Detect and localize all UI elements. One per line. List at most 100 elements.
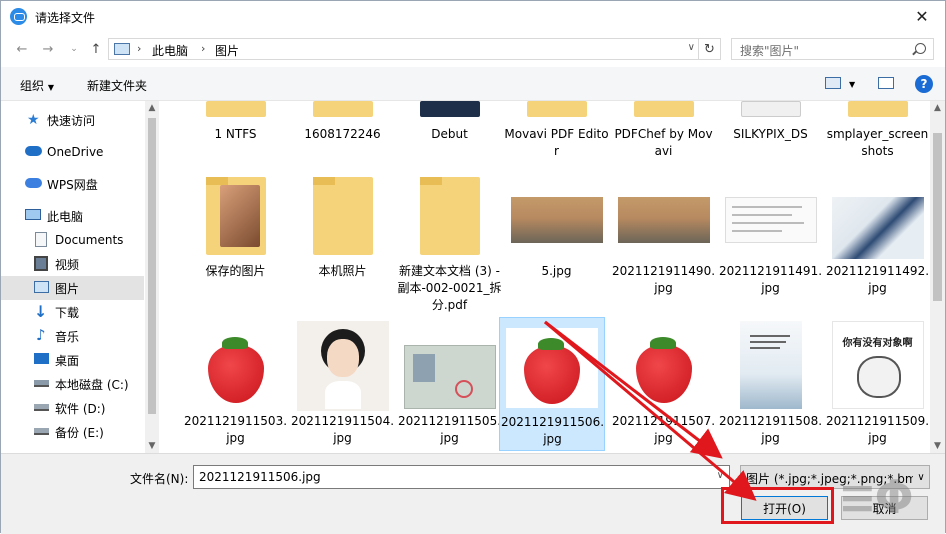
scroll-down-icon[interactable]: ▼ — [145, 439, 159, 453]
breadcrumb-pictures[interactable]: 图片 — [215, 42, 239, 59]
sidebar-item-label: Documents — [55, 233, 124, 247]
folder-item[interactable]: Movavi PDF Editor — [504, 101, 609, 161]
filename-input[interactable]: 2021121911506.jpg ∨ — [193, 465, 730, 489]
forward-arrow-icon[interactable]: → — [39, 40, 57, 58]
sidebar-item-pictures[interactable]: 图片 — [1, 276, 144, 300]
view-options-icon[interactable] — [825, 77, 841, 89]
folder-icon — [419, 177, 480, 255]
image-item[interactable]: 2021121911503.jpg — [183, 319, 288, 451]
file-label: PDFChef by Movavi — [614, 127, 713, 158]
folder-item[interactable]: Debut — [397, 101, 502, 161]
image-item[interactable]: 5.jpg — [504, 171, 609, 301]
watermark-logo: ≡Φ — [838, 470, 914, 524]
image-thumbnail — [510, 197, 603, 243]
picture-icon — [34, 281, 49, 293]
sidebar-item-label: 下载 — [55, 305, 80, 320]
organize-button[interactable]: 组织 ▼ — [20, 77, 54, 94]
image-item[interactable]: 2021121911491.jpg — [718, 171, 823, 301]
file-label: Debut — [431, 127, 468, 141]
folder-item[interactable]: PDFChef by Movavi — [611, 101, 716, 161]
image-item[interactable]: 2021121911508.jpg — [718, 319, 823, 451]
recent-dropdown-icon[interactable]: ⌄ — [65, 40, 83, 58]
file-label: 1 NTFS — [214, 127, 257, 141]
close-button[interactable]: ✕ — [899, 1, 945, 32]
sidebar-item-this-pc[interactable]: 此电脑 — [1, 204, 144, 228]
sidebar-item-onedrive[interactable]: OneDrive — [1, 140, 144, 164]
meme-caption: 你有没有对象啊 — [842, 338, 913, 349]
breadcrumb-this-pc[interactable]: 此电脑 — [152, 42, 188, 59]
sidebar-item-documents[interactable]: Documents — [1, 228, 144, 252]
scroll-up-icon[interactable]: ▲ — [145, 101, 159, 115]
sidebar-item-quick-access[interactable]: ★ 快速访问 — [1, 108, 144, 132]
sidebar-item-desktop[interactable]: 桌面 — [1, 348, 144, 372]
address-bar[interactable]: › 此电脑 › 图片 ∨ ↻ — [108, 38, 721, 60]
chevron-right-icon[interactable]: › — [201, 42, 205, 55]
chevron-down-icon[interactable]: ∨ — [688, 42, 695, 53]
sidebar-item-label: WPS网盘 — [47, 177, 98, 192]
file-label: 本机照片 — [318, 264, 367, 278]
back-arrow-icon[interactable]: ← — [13, 40, 31, 58]
preview-pane-icon[interactable] — [878, 77, 894, 89]
file-label: 2021121911507.jpg — [611, 414, 716, 445]
sidebar-item-drive-c[interactable]: 本地磁盘 (C:) — [1, 372, 144, 396]
image-thumbnail — [831, 197, 924, 259]
help-icon[interactable]: ? — [915, 75, 933, 93]
image-item[interactable]: 2021121911505.jpg — [397, 319, 502, 451]
sidebar-item-label: 本地磁盘 (C:) — [55, 377, 129, 392]
file-label: 2021121911508.jpg — [718, 414, 823, 445]
scroll-down-icon[interactable]: ▼ — [930, 439, 945, 453]
image-item[interactable]: 2021121911490.jpg — [611, 171, 716, 301]
folder-item[interactable]: smplayer_screenshots — [825, 101, 930, 161]
search-placeholder: 搜索"图片" — [740, 44, 800, 58]
file-label: 2021121911491.jpg — [718, 264, 823, 295]
file-label: 2021121911509.jpg — [825, 414, 930, 445]
sidebar-item-drive-e[interactable]: 备份 (E:) — [1, 420, 144, 444]
portrait-thumbnail — [296, 321, 389, 411]
sidebar-item-music[interactable]: ♪ 音乐 — [1, 324, 144, 348]
meme-thumbnail: 你有没有对象啊 — [831, 321, 924, 409]
video-icon — [34, 256, 48, 271]
search-icon[interactable] — [915, 43, 926, 54]
scroll-up-icon[interactable]: ▲ — [930, 101, 945, 115]
folder-item[interactable]: 本机照片 — [290, 171, 395, 301]
image-item-selected[interactable]: 2021121911506.jpg — [499, 317, 605, 451]
sidebar-item-videos[interactable]: 视频 — [1, 252, 144, 276]
scrollbar-thumb[interactable] — [148, 118, 156, 414]
scrollbar-thumb[interactable] — [933, 133, 942, 301]
sidebar-item-label: 音乐 — [55, 329, 80, 344]
desktop-icon — [34, 353, 49, 364]
organize-label: 组织 — [20, 79, 45, 93]
sidebar-item-wps-drive[interactable]: WPS网盘 — [1, 172, 144, 196]
image-item[interactable]: 2021121911504.jpg — [290, 319, 395, 451]
refresh-icon[interactable]: ↻ — [698, 39, 720, 59]
folder-icon — [205, 177, 266, 255]
new-folder-button[interactable]: 新建文件夹 — [87, 77, 147, 94]
drive-icon — [34, 428, 49, 435]
file-item[interactable]: 新建文本文档 (3) - 副本-002-0021_拆分.pdf — [397, 171, 502, 321]
sidebar-item-drive-d[interactable]: 软件 (D:) — [1, 396, 144, 420]
folder-item[interactable]: 1608172246 — [290, 101, 395, 161]
sidebar-item-downloads[interactable]: ↓ 下载 — [1, 300, 144, 324]
computer-icon — [25, 209, 41, 220]
folder-item[interactable]: SILKYPIX_DS — [718, 101, 823, 161]
folder-item[interactable]: 1 NTFS — [183, 101, 288, 161]
strawberry-thumbnail — [189, 327, 282, 407]
file-list-scrollbar[interactable]: ▲ ▼ — [930, 101, 945, 453]
folder-icon — [312, 101, 373, 117]
filename-label: 文件名(N): — [130, 472, 189, 486]
navigation-pane: ★ 快速访问 OneDrive WPS网盘 此电脑 Documents 视频 图… — [1, 101, 159, 453]
search-input[interactable]: 搜索"图片" — [731, 38, 934, 60]
folder-icon — [205, 101, 266, 117]
file-label: smplayer_screenshots — [826, 127, 929, 158]
file-label: 2021121911505.jpg — [397, 414, 502, 445]
up-arrow-icon[interactable]: ↑ — [87, 40, 105, 58]
image-item[interactable]: 2021121911492.jpg — [825, 171, 930, 301]
chevron-right-icon[interactable]: › — [137, 42, 141, 55]
sidebar-scrollbar[interactable]: ▲ ▼ — [145, 101, 159, 453]
image-item[interactable]: 你有没有对象啊 2021121911509.jpg — [825, 319, 930, 451]
image-item[interactable]: 2021121911507.jpg — [611, 319, 716, 451]
folder-item[interactable]: 保存的图片 — [183, 171, 288, 301]
drive-icon — [34, 404, 49, 411]
chevron-down-icon[interactable]: ▼ — [849, 80, 855, 89]
chevron-down-icon[interactable]: ∨ — [717, 470, 724, 481]
